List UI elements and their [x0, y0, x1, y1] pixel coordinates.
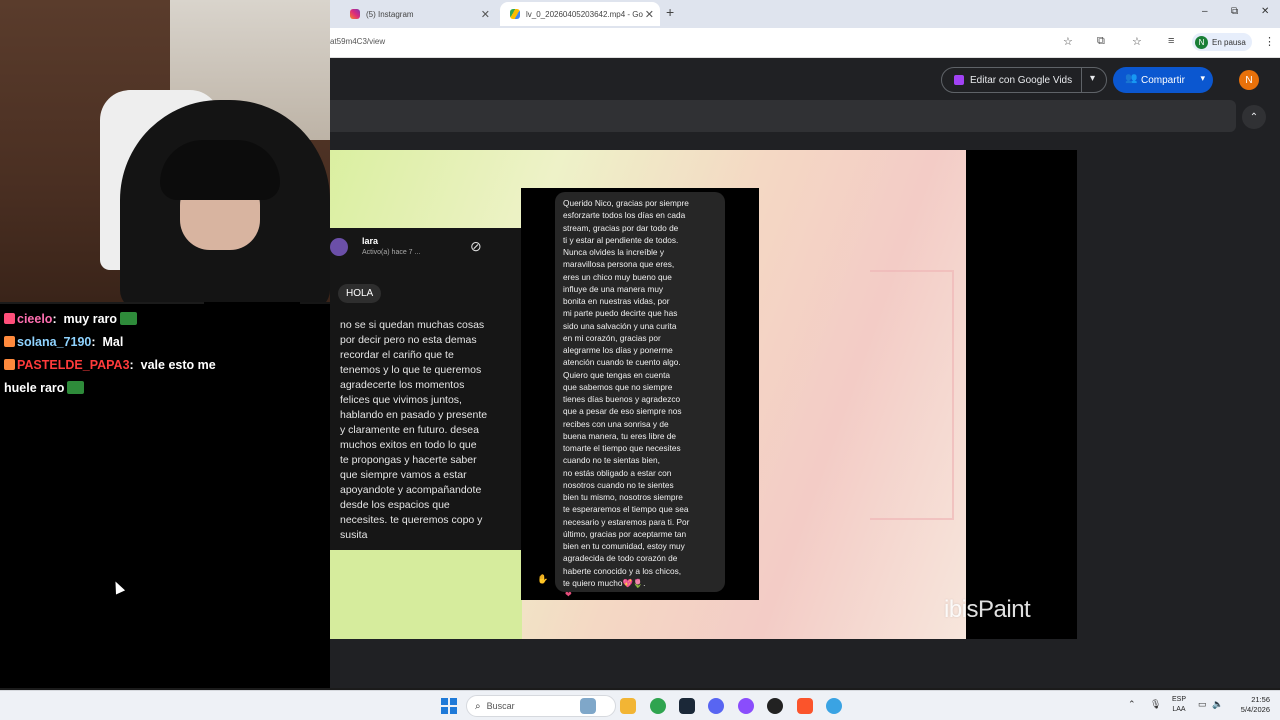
- steam-icon[interactable]: [679, 698, 695, 714]
- discord-icon[interactable]: [708, 698, 724, 714]
- avatar: [330, 238, 348, 256]
- app-icon[interactable]: [738, 698, 754, 714]
- chat-text: vale esto me: [140, 358, 216, 372]
- new-tab-button[interactable]: +: [666, 4, 674, 20]
- reaction-icon: ✋: [537, 574, 549, 584]
- file-explorer-icon[interactable]: [620, 698, 636, 714]
- chat-header: lara Activo(a) hace 7 ... ⊘: [300, 228, 522, 262]
- chat-text: muy raro: [63, 312, 118, 326]
- address-bar: at59m4C3/view ☆ ⧉ ☆ ≡ N En pausa ⋮: [330, 28, 1280, 58]
- message-bubble: HOLA: [338, 284, 382, 303]
- chat-message: solana_7190: Mal: [4, 331, 326, 354]
- profile-button[interactable]: N En pausa: [1192, 33, 1252, 51]
- chat-text: Mal: [102, 335, 124, 349]
- network-icon[interactable]: ▭: [1198, 699, 1207, 710]
- date: 5/4/2026: [1240, 705, 1270, 714]
- heart-icon: ❤: [565, 590, 572, 599]
- screen: (5) Instagram ✕ lv_0_20260405203642.mp4 …: [0, 0, 1280, 720]
- contact-status: Activo(a) hace 7 ...: [362, 249, 421, 256]
- chat-text: huele raro: [4, 381, 65, 395]
- weather-icon[interactable]: [580, 698, 596, 714]
- stream-chat: cieelo: muy raro solana_7190: Mal PASTEL…: [0, 304, 330, 688]
- microphone-icon[interactable]: 🎙: [1150, 699, 1161, 710]
- share-button[interactable]: 👥 Compartir ▾: [1113, 67, 1213, 93]
- drawn-rectangle: [870, 270, 954, 520]
- emote-icon: [120, 312, 138, 325]
- chevron-up-icon[interactable]: ⌃: [1128, 699, 1136, 710]
- message-text: no se si quedan muchas cosas por decir p…: [340, 319, 488, 541]
- google-vids-icon: [954, 75, 964, 85]
- emote-icon: [67, 381, 85, 394]
- app-icon[interactable]: [826, 698, 842, 714]
- share-label: Compartir: [1141, 74, 1185, 86]
- language-indicator[interactable]: ESP LAA: [1168, 695, 1190, 715]
- tab-title: (5) Instagram: [366, 9, 414, 19]
- profile-status: En pausa: [1212, 37, 1246, 47]
- lang-layout: LAA: [1172, 706, 1186, 713]
- url-field[interactable]: at59m4C3/view: [330, 37, 385, 46]
- collapse-icon[interactable]: ⌃: [1242, 105, 1266, 129]
- chevron-down-icon[interactable]: ▾: [1200, 73, 1205, 84]
- time: 21:56: [1251, 695, 1270, 704]
- profile-avatar: N: [1195, 35, 1208, 49]
- green-background-block: [314, 550, 522, 639]
- badge-icon: [4, 336, 15, 347]
- chat-message: cieelo: muy raro: [4, 308, 326, 331]
- edit-with-vids-button[interactable]: Editar con Google Vids ▾: [941, 67, 1107, 93]
- tab-title: lv_0_20260405203642.mp4 - Go: [526, 9, 643, 19]
- volume-icon[interactable]: 🔈: [1212, 699, 1223, 710]
- video-player[interactable]: ibisPaint lara Activo(a) hace 7 ... ⊘ HO…: [204, 150, 1077, 639]
- windows-start-icon[interactable]: [441, 698, 457, 714]
- file-header-bar: [330, 100, 1236, 132]
- bookmark-star-icon[interactable]: ☆: [1063, 35, 1073, 48]
- instagram-icon: [350, 9, 360, 19]
- favorites-icon[interactable]: ☆: [1132, 35, 1142, 48]
- tab-drive-video[interactable]: lv_0_20260405203642.mp4 - Go ✕: [500, 2, 660, 26]
- chat-username: PASTELDE_PAPA3: [17, 358, 130, 372]
- badge-icon: [4, 313, 15, 324]
- lang-code: ESP: [1171, 696, 1186, 703]
- chat-username: cieelo: [17, 312, 53, 326]
- reading-list-icon[interactable]: ≡: [1168, 35, 1174, 47]
- ibispaint-watermark: ibisPaint: [944, 596, 1031, 623]
- brave-icon[interactable]: [797, 698, 813, 714]
- share-people-icon: 👥: [1125, 73, 1138, 84]
- obs-icon[interactable]: [767, 698, 783, 714]
- link-icon: ⊘: [470, 238, 482, 254]
- contact-name: lara: [362, 236, 379, 246]
- minimize-button[interactable]: –: [1202, 6, 1208, 17]
- chat-username: solana_7190: [17, 335, 92, 349]
- tab-strip: (5) Instagram ✕ lv_0_20260405203642.mp4 …: [330, 0, 1280, 28]
- badge-icon: [4, 359, 15, 370]
- close-tab-icon[interactable]: ✕: [481, 8, 490, 21]
- dm-screenshot: Querido Nico, gracias por siempre esforz…: [521, 188, 759, 600]
- close-window-button[interactable]: ✕: [1261, 6, 1269, 17]
- search-placeholder: Buscar: [486, 701, 515, 711]
- chevron-down-icon[interactable]: ▾: [1090, 73, 1095, 84]
- user-avatar[interactable]: N: [1239, 70, 1259, 90]
- search-icon: ⌕: [475, 700, 481, 712]
- chat-message: PASTELDE_PAPA3: vale esto me: [4, 354, 326, 377]
- instagram-chat-screenshot: lara Activo(a) hace 7 ... ⊘ HOLA no se s…: [300, 228, 522, 550]
- extensions-icon[interactable]: ⧉: [1097, 35, 1105, 48]
- browser-menu-icon[interactable]: ⋮: [1264, 35, 1275, 48]
- close-tab-icon[interactable]: ✕: [645, 8, 654, 21]
- webcam-feed: [0, 0, 330, 302]
- maximize-button[interactable]: ⧉: [1231, 6, 1238, 17]
- taskbar: ⌕ Buscar ⌃ 🎙 ESP LAA ▭ 🔈 21:56 5/4/2026: [0, 690, 1280, 720]
- message-text: Querido Nico, gracias por siempre esforz…: [563, 198, 690, 588]
- clock[interactable]: 21:56 5/4/2026: [1226, 695, 1270, 715]
- chat-message-continuation: huele raro: [4, 377, 326, 400]
- google-drive-icon: [510, 9, 520, 19]
- chrome-icon[interactable]: [650, 698, 666, 714]
- tab-instagram[interactable]: (5) Instagram ✕: [346, 2, 496, 26]
